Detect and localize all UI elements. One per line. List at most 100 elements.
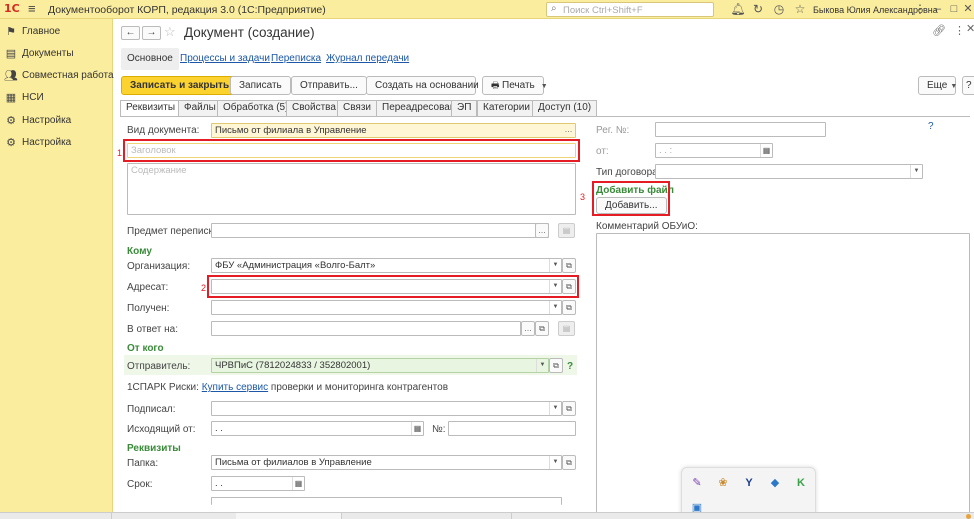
calendar-icon[interactable]: ▦ — [411, 422, 423, 435]
history-clock-icon[interactable]: ◷ — [771, 1, 787, 17]
reg-number-label: Рег. №: — [596, 125, 630, 136]
tab-requisites[interactable]: Реквизиты — [120, 100, 182, 117]
pen-icon[interactable]: ✎ — [690, 476, 704, 490]
tab-links[interactable]: Связи — [337, 100, 378, 116]
tab-main[interactable]: Основное — [121, 48, 179, 70]
reply-edit-button[interactable]: ▤ — [558, 321, 575, 336]
tab-processes[interactable]: Процессы и задачи — [174, 48, 276, 70]
minimize-icon[interactable]: – — [930, 1, 946, 17]
tab-categories[interactable]: Категории — [477, 100, 536, 116]
received-field[interactable]: ▼ — [211, 300, 562, 315]
more-icon[interactable]: ⋮ — [954, 24, 965, 37]
due-date-field[interactable]: . . ▦ — [211, 476, 305, 491]
tab-processing[interactable]: Обработка (5) — [217, 100, 295, 116]
sidebar-item-main[interactable]: ⚑ Главное — [0, 22, 113, 44]
print-button[interactable]: 🖶︎ Печать ▼ — [482, 76, 548, 95]
sender-help-icon[interactable]: ? — [567, 361, 573, 372]
org-open-button[interactable]: ⧉ — [562, 258, 576, 273]
from-date-field[interactable]: . . : ▦ — [655, 143, 773, 158]
close-form-icon[interactable]: ✕ — [966, 22, 974, 35]
calendar-icon[interactable]: ▦ — [292, 477, 304, 490]
save-button[interactable]: Записать — [230, 76, 291, 95]
from-section-title: От кого — [127, 343, 164, 354]
calendar-icon[interactable]: ▦ — [760, 144, 772, 157]
send-button[interactable]: Отправить... — [291, 76, 367, 95]
spark-buy-link[interactable]: Купить сервис — [202, 382, 268, 393]
sidebar-item-nsi[interactable]: ▦ НСИ — [0, 88, 113, 110]
sidebar-item-documents[interactable]: ▤ Документы — [0, 44, 113, 66]
org-field[interactable]: ФБУ «Администрация «Волго-Балт» ▼ — [211, 258, 562, 273]
back-button[interactable]: ← — [121, 26, 140, 40]
k-app-icon[interactable]: K — [794, 476, 808, 490]
contract-type-field[interactable]: ▼ — [655, 164, 923, 179]
subject-field[interactable] — [211, 223, 549, 238]
yandex-icon[interactable]: Y — [742, 476, 756, 490]
app-icon[interactable]: ❀ — [716, 476, 730, 490]
chevron-down-icon[interactable]: ▼ — [910, 165, 922, 178]
app-logo: 1С — [4, 2, 20, 15]
chevron-down-icon[interactable]: ▼ — [549, 456, 561, 469]
sidebar: ⚑ Главное ▤ Документы 👥︎ Совместная рабо… — [0, 19, 114, 519]
sidebar-item-settings-2[interactable]: ⚙ Настройка — [0, 133, 113, 155]
create-based-on-button[interactable]: Создать на основании▼ — [366, 76, 492, 95]
bottom-bar-segment[interactable] — [0, 513, 112, 519]
tab-redirected[interactable]: Переадресован — [376, 100, 462, 116]
chevron-down-icon[interactable]: ▼ — [549, 402, 561, 415]
reply-open-button[interactable]: ⧉ — [535, 321, 549, 336]
folder-open-button[interactable]: ⧉ — [562, 455, 576, 470]
tab-files[interactable]: Файлы — [178, 100, 222, 116]
sender-field[interactable]: ЧРВПиС (7812024833 / 352802001) ▼ — [211, 358, 549, 373]
tab-correspondence[interactable]: Переписка — [265, 48, 327, 70]
subject-edit-button[interactable]: ▤ — [558, 223, 575, 238]
sidebar-item-settings[interactable]: ⚙ Настройка — [0, 111, 113, 133]
outgoing-date-field[interactable]: . . ▦ — [211, 421, 424, 436]
form-help-icon[interactable]: ? — [928, 121, 934, 132]
folder-field[interactable]: Письма от филиалов в Управление ▼ — [211, 455, 562, 470]
signed-field[interactable]: ▼ — [211, 401, 562, 416]
more-actions-label: Еще — [927, 80, 948, 91]
due-date-value: . . — [215, 478, 223, 489]
tab-access[interactable]: Доступ (10) — [532, 100, 598, 116]
spark-suffix: проверки и мониторинга контрагентов — [270, 382, 449, 393]
help-button[interactable]: ? — [962, 76, 974, 95]
chevron-down-icon[interactable]: ▼ — [549, 301, 561, 314]
tab-transfer-log[interactable]: Журнал передачи — [320, 48, 415, 70]
global-search-input[interactable]: ⌕ Поиск Ctrl+Shift+F — [546, 2, 714, 17]
reply-select-button[interactable]: … — [521, 321, 535, 336]
forward-button[interactable]: → — [142, 26, 161, 40]
bell-icon[interactable]: 🔔︎ — [730, 1, 746, 17]
tab-properties[interactable]: Свойства — [286, 100, 342, 116]
reply-field[interactable] — [211, 321, 521, 336]
save-and-close-button[interactable]: Записать и закрыть — [121, 76, 239, 95]
to-section-title: Кому — [127, 246, 152, 257]
history-icon[interactable]: ↻ — [750, 1, 766, 17]
tab-ep[interactable]: ЭП — [451, 100, 478, 116]
received-open-button[interactable]: ⧉ — [562, 300, 576, 315]
menu-icon[interactable]: ≡ — [28, 1, 42, 17]
number-field[interactable] — [448, 421, 576, 436]
favorite-star-icon[interactable]: ☆ — [164, 24, 176, 40]
more-actions-button[interactable]: Еще ▼ — [918, 76, 958, 95]
doc-type-select-button[interactable]: … — [561, 123, 576, 138]
cut-off-field[interactable] — [211, 497, 562, 505]
chevron-down-icon[interactable]: ▼ — [549, 259, 561, 272]
favorites-icon[interactable]: ☆ — [792, 1, 808, 17]
link-icon[interactable]: 🔗︎ — [932, 24, 946, 37]
page-title: Документ (создание) — [184, 25, 315, 40]
annotation-number-2: 2 — [201, 283, 207, 293]
doc-type-field[interactable]: Письмо от филиала в Управление — [211, 123, 576, 138]
close-icon[interactable]: ✕ — [960, 1, 974, 17]
subject-select-button[interactable]: … — [535, 223, 549, 238]
shield-icon[interactable]: ◆ — [768, 476, 782, 490]
bottom-bar-segment[interactable] — [342, 513, 512, 519]
reg-number-field[interactable] — [655, 122, 826, 137]
signed-open-button[interactable]: ⧉ — [562, 401, 576, 416]
content-textarea[interactable]: Содержание — [127, 163, 576, 215]
bottom-bar-segment[interactable] — [236, 513, 342, 519]
sender-label: Отправитель: — [127, 361, 191, 372]
sidebar-item-collaboration[interactable]: 👥︎ Совместная работа — [0, 66, 113, 88]
chevron-down-icon: ▼ — [950, 83, 958, 90]
more-menu-icon[interactable]: ⋮ — [912, 1, 928, 17]
chevron-down-icon[interactable]: ▼ — [536, 359, 548, 372]
sender-open-button[interactable]: ⧉ — [549, 358, 563, 373]
